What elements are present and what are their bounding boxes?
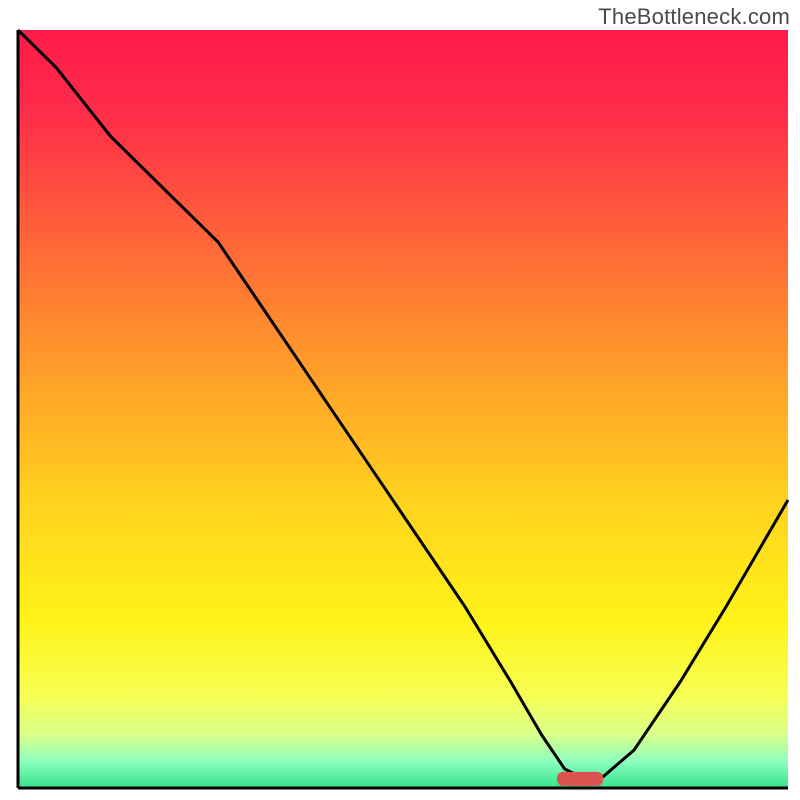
plot-area [18,30,788,788]
watermark-text: TheBottleneck.com [598,4,790,30]
chart-container: TheBottleneck.com [0,0,800,800]
optimal-marker [557,772,603,786]
chart-svg [0,0,800,800]
gradient-background [18,30,788,788]
